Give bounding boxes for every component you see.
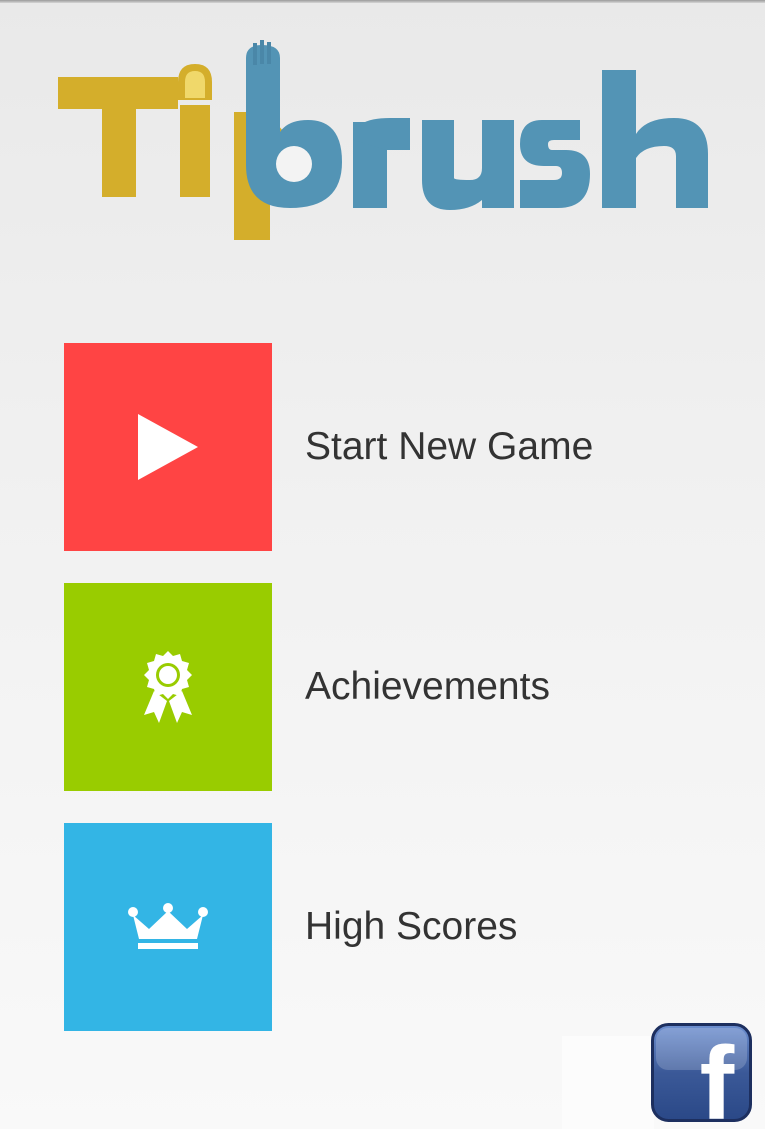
- crown-icon: [128, 903, 208, 949]
- top-edge-shadow: [0, 0, 765, 3]
- high-scores-button[interactable]: High Scores: [64, 823, 704, 1031]
- achievements-button[interactable]: Achievements: [64, 583, 704, 791]
- play-icon: [138, 414, 198, 480]
- achievements-tile[interactable]: [64, 583, 272, 791]
- start-tile[interactable]: [64, 343, 272, 551]
- facebook-shadow: [562, 1036, 654, 1129]
- award-ribbon-icon: [144, 651, 192, 723]
- high-scores-label: High Scores: [305, 905, 518, 948]
- high-scores-tile[interactable]: [64, 823, 272, 1031]
- start-new-game-label: Start New Game: [305, 425, 594, 468]
- facebook-glyph: f: [700, 1026, 735, 1122]
- start-new-game-button[interactable]: Start New Game: [64, 343, 704, 551]
- logo-graphic: [58, 40, 708, 240]
- achievements-label: Achievements: [305, 665, 550, 708]
- facebook-icon: f: [651, 1023, 752, 1129]
- app-logo: Tipbrush: [50, 40, 720, 250]
- facebook-button[interactable]: f: [651, 1023, 752, 1129]
